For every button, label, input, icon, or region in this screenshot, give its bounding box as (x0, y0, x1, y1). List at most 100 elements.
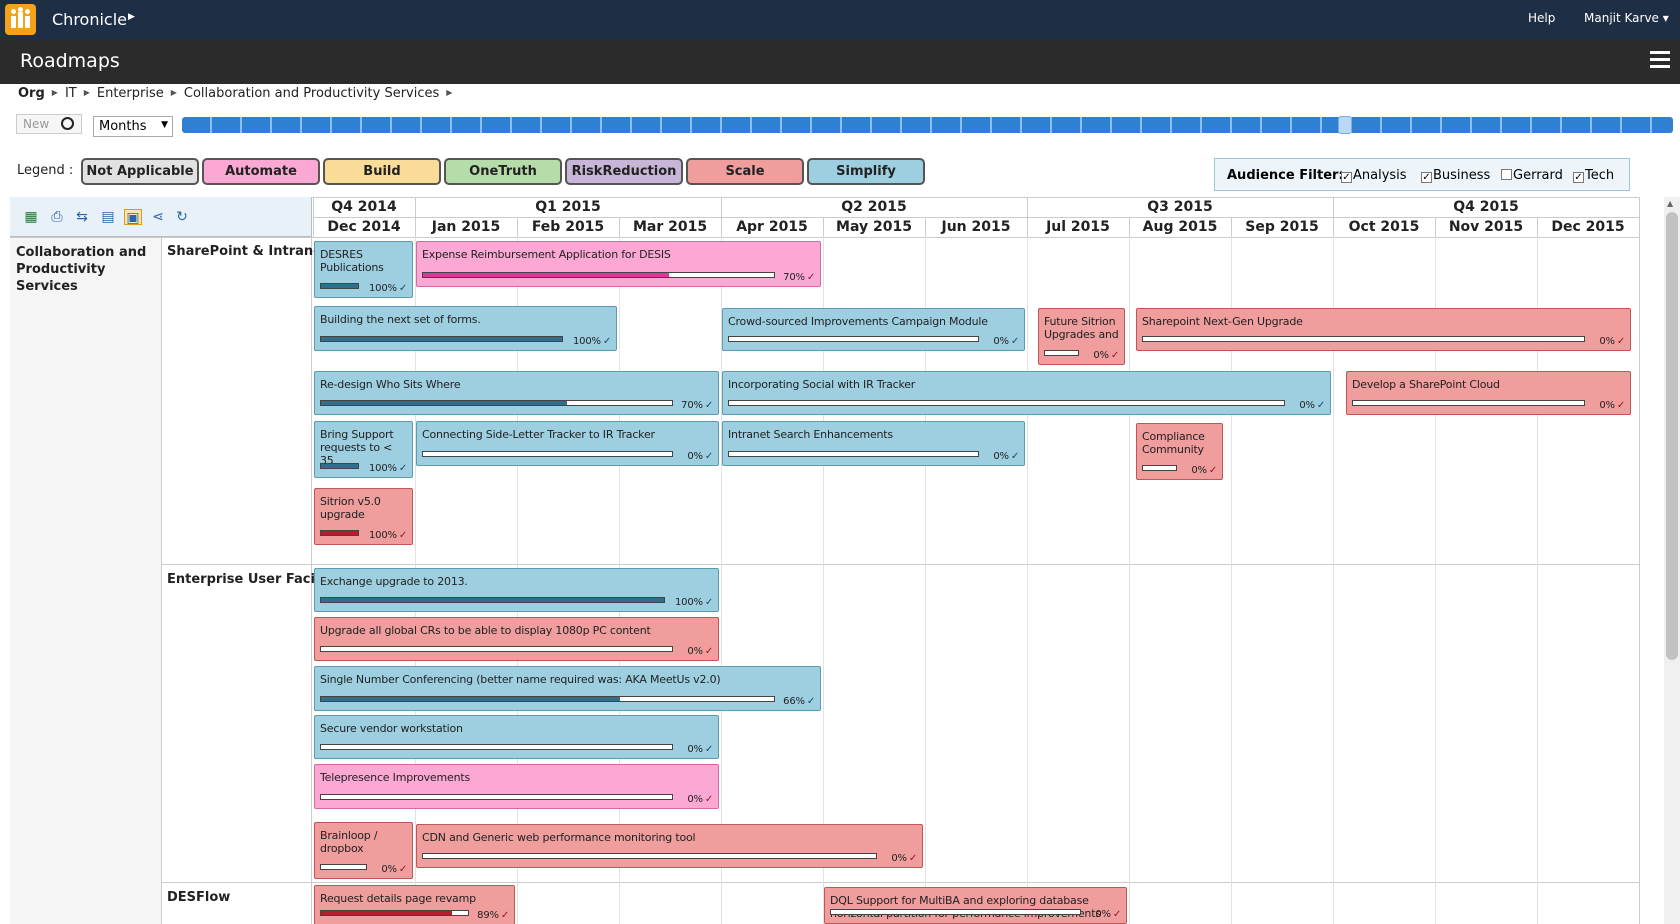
roadmap-bar[interactable]: Compliance Community 0% ✓ (1136, 423, 1223, 480)
timeline-slider-handle[interactable] (1338, 116, 1352, 134)
legend-item-onetruth[interactable]: OneTruth (444, 158, 562, 185)
checkbox[interactable]: ✓ (1341, 172, 1352, 183)
roadmap-bar[interactable]: Single Number Conferencing (better name … (314, 666, 821, 711)
category-desflow: DESFlow (167, 890, 231, 905)
roadmap-bar[interactable]: Bring Support requests to < 35 100% ✓ (314, 421, 413, 478)
category-enterprise-user-facing: Enterprise User Facing (167, 572, 334, 587)
breadcrumb-item-org[interactable]: Org (18, 86, 45, 101)
check-icon: ✓ (806, 272, 815, 283)
roadmap-bar[interactable]: Brainloop / dropbox 0% ✓ (314, 822, 413, 879)
new-button[interactable]: New (16, 114, 82, 134)
roadmap-bar[interactable]: CDN and Generic web performance monitori… (416, 824, 923, 868)
legend-item-not-applicable[interactable]: Not Applicable (81, 158, 199, 185)
app-name[interactable]: Chronicle (52, 10, 127, 29)
help-link[interactable]: Help (1528, 11, 1555, 25)
roadmap-bar-progress-value: 0% (1599, 336, 1615, 347)
breadcrumb-item-it[interactable]: IT (65, 86, 77, 101)
roadmap-bar[interactable]: Future Sitrion Upgrades and 0% ✓ (1038, 308, 1125, 365)
timeline-slider[interactable] (182, 117, 1673, 133)
compare-icon[interactable]: ⇆ (73, 209, 91, 225)
month-divider (1435, 217, 1436, 237)
share-icon[interactable]: ⋖ (149, 209, 167, 225)
month-header: Jun 2015 (941, 219, 1011, 235)
audience-filter-title: Audience Filter: (1227, 168, 1344, 183)
checkbox[interactable] (1501, 169, 1512, 180)
roadmap-bar-progress: 0% ✓ (687, 451, 713, 462)
roadmap-bar[interactable]: Secure vendor workstation 0% ✓ (314, 715, 719, 759)
month-divider (1027, 217, 1028, 237)
roadmap-bar[interactable]: Request details page revamp 89% ✓ (314, 885, 515, 924)
roadmap-bar[interactable]: Sharepoint Next-Gen Upgrade 0% ✓ (1136, 308, 1631, 351)
hamburger-menu-icon[interactable] (1650, 51, 1670, 73)
vertical-scrollbar-thumb[interactable] (1666, 212, 1678, 660)
legend-item-scale[interactable]: Scale (686, 158, 804, 185)
audience-option-label: Tech (1585, 168, 1615, 183)
roadmap-bar-progress-value: 100% (573, 336, 601, 347)
page-header: Roadmaps (0, 40, 1680, 84)
print-icon[interactable]: ⎙ (48, 209, 66, 225)
month-header: Aug 2015 (1142, 219, 1218, 235)
roadmap-bar-progress-value: 0% (993, 336, 1009, 347)
roadmap-bar[interactable]: Intranet Search Enhancements 0% ✓ (722, 421, 1025, 466)
legend-item-simplify[interactable]: Simplify (807, 158, 925, 185)
roadmap-bar[interactable]: Sitrion v5.0 upgrade 100% ✓ (314, 488, 413, 545)
audience-option-analysis[interactable]: ✓ Analysis (1341, 168, 1407, 183)
roadmap-bar-progress: 0% ✓ (1599, 400, 1625, 411)
breadcrumb-arrow-icon: ▶ (83, 88, 90, 97)
legend-item-automate[interactable]: Automate (202, 158, 320, 185)
view-mode-select[interactable]: Months ▼ (93, 116, 173, 137)
roadmap-bar-progress-track (422, 451, 673, 457)
quarter-header: Q4 2015 (1453, 199, 1519, 215)
roadmap-bar[interactable]: Building the next set of forms. 100% ✓ (314, 306, 617, 351)
roadmap-bar-progress-track (320, 597, 665, 603)
roadmap-bar[interactable]: DQL Support for MultiBA and exploring da… (824, 887, 1127, 924)
roadmap-bar[interactable]: Expense Reimbursement Application for DE… (416, 241, 821, 287)
roadmap-bar-title: CDN and Generic web performance monitori… (422, 831, 696, 844)
roadmap-bar-progress: 70% ✓ (681, 400, 713, 411)
audience-option-tech[interactable]: ✓ Tech (1573, 168, 1614, 183)
month-divider (823, 217, 824, 237)
month-header: Nov 2015 (1448, 219, 1524, 235)
month-header: Feb 2015 (531, 219, 605, 235)
breadcrumb-arrow-icon[interactable]: ▶ (446, 88, 452, 97)
legend-item-riskreduction[interactable]: RiskReduction (565, 158, 683, 185)
breadcrumb-item-enterprise[interactable]: Enterprise (97, 86, 164, 101)
roadmap-bar-progress-value: 100% (675, 597, 703, 608)
roadmap-bar[interactable]: Develop a SharePoint Cloud 0% ✓ (1346, 371, 1631, 415)
roadmap-bar-title: DQL Support for MultiBA and exploring da… (830, 894, 1101, 920)
scroll-up-arrow-icon[interactable]: ▲ (1667, 199, 1673, 208)
breadcrumb-item-collaboration[interactable]: Collaboration and Productivity Services (184, 86, 439, 101)
app-menu-caret-icon[interactable]: ▶ (128, 12, 135, 22)
audience-option-gerrard[interactable]: Gerrard (1501, 168, 1563, 183)
month-divider (1231, 217, 1232, 237)
roadmap-bar-progress-fill (321, 697, 620, 701)
legend-item-build[interactable]: Build (323, 158, 441, 185)
roadmap-bar[interactable]: Upgrade all global CRs to be able to dis… (314, 617, 719, 661)
roadmap-bar[interactable]: Exchange upgrade to 2013. 100% ✓ (314, 568, 719, 612)
audience-option-business[interactable]: ✓ Business (1421, 168, 1490, 183)
user-menu[interactable]: Manjit Karve ▾ (1584, 11, 1669, 25)
check-icon: ✓ (398, 530, 407, 541)
roadmap-bar[interactable]: Crowd-sourced Improvements Campaign Modu… (722, 308, 1025, 351)
roadmap-bar[interactable]: Incorporating Social with IR Tracker 0% ✓ (722, 371, 1331, 415)
checkbox[interactable]: ✓ (1573, 172, 1584, 183)
roadmap-bar[interactable]: Re-design Who Sits Where 70% ✓ (314, 371, 719, 415)
roadmap-bar[interactable]: Telepresence Improvements 0% ✓ (314, 764, 719, 809)
month-divider (619, 217, 620, 237)
month-header: Mar 2015 (632, 219, 708, 235)
month-header: Jul 2015 (1046, 219, 1110, 235)
refresh-icon[interactable]: ↻ (173, 209, 191, 225)
table-view-icon[interactable]: ▤ (99, 209, 117, 225)
roadmap-bar-title: Request details page revamp (320, 892, 476, 905)
checkbox[interactable]: ✓ (1421, 172, 1432, 183)
roadmap-bar-title: Intranet Search Enhancements (728, 428, 893, 441)
check-icon: ✓ (398, 283, 407, 294)
roadmap-view-icon[interactable]: ▣ (124, 209, 142, 226)
roadmap-bar[interactable]: DESRES Publications 100% ✓ (314, 241, 413, 298)
roadmap-bar[interactable]: Connecting Side-Letter Tracker to IR Tra… (416, 421, 719, 466)
roadmap-bar-progress: 0% ✓ (687, 744, 713, 755)
roadmap-bar-progress: 100% ✓ (369, 283, 407, 294)
category-sharepoint-intranet: SharePoint & Intranet (167, 244, 329, 259)
excel-export-icon[interactable]: ▦ (22, 209, 40, 225)
chronicle-logo-icon[interactable] (5, 4, 36, 35)
